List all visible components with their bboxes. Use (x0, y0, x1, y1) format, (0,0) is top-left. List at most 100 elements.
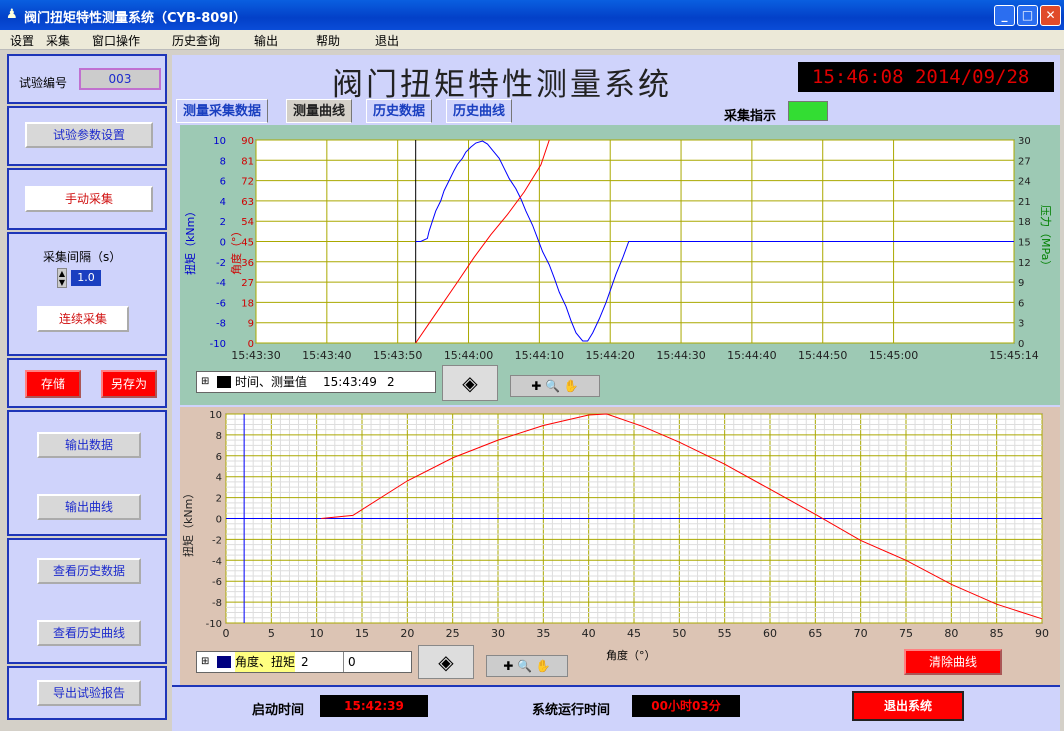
test-no-field[interactable]: 003 (79, 68, 161, 90)
left-panel: 试验编号 003 试验参数设置 手动采集 采集间隔（s） ▲ ▼ 1.0 连续采集… (4, 52, 170, 722)
minimize-button[interactable]: _ (994, 5, 1015, 26)
y-tick-label-2: 6 (216, 452, 222, 463)
y-mid-tick-label: 36 (241, 258, 254, 269)
export-curve-button[interactable]: 输出曲线 (37, 494, 141, 520)
interval-section: 采集间隔（s） ▲ ▼ 1.0 连续采集 (7, 232, 167, 356)
maximize-button[interactable]: □ (1017, 5, 1038, 26)
x-tick-label: 15:43:50 (373, 349, 422, 362)
export-section: 输出数据 输出曲线 (7, 410, 167, 536)
y-mid-tick-label: 54 (241, 217, 254, 228)
menu-help[interactable]: 帮助 (316, 32, 340, 49)
legend-time: ⊞ 时间、测量值 15:43:49 2 (196, 371, 436, 393)
view-history-data-button[interactable]: 查看历史数据 (37, 558, 141, 584)
x-tick-label: 15:44:50 (798, 349, 847, 362)
menu-history[interactable]: 历史查询 (172, 32, 220, 49)
y-right-tick-label: 18 (1018, 217, 1031, 228)
x-tick-label: 15:44:40 (727, 349, 776, 362)
x-tick-label: 15:43:40 (302, 349, 351, 362)
legend-measure-value: 2 (387, 375, 395, 389)
y-mid-tick-label: 72 (241, 177, 254, 188)
menu-window[interactable]: 窗口操作 (92, 32, 140, 49)
legend-angle-value: 2 (301, 655, 309, 669)
y-mid-tick-label: 27 (241, 278, 254, 289)
pan-cursor-icon-2[interactable]: ◈ (418, 645, 474, 679)
start-time-value: 15:42:39 (320, 695, 428, 717)
x-tick-label-2: 65 (808, 627, 822, 640)
y-mid-axis-title: 角度（°） (229, 226, 243, 276)
continuous-acquire-button[interactable]: 连续采集 (37, 306, 129, 332)
x-tick-label: 15:44:20 (586, 349, 635, 362)
y-left-tick-label: -2 (216, 258, 226, 269)
legend-angle: ⊞ 角度、扭矩 2 0 (196, 651, 412, 673)
x-tick-label: 15:44:00 (444, 349, 493, 362)
tab-measure-curve[interactable]: 测量曲线 (286, 99, 353, 123)
pan-cursor-icon[interactable]: ◈ (442, 365, 498, 401)
y-tick-label-2: -8 (212, 598, 222, 609)
x-tick-label-2: 0 (223, 627, 230, 640)
y-tick-label-2: 4 (216, 473, 222, 484)
interval-spinner[interactable]: ▲ ▼ (57, 268, 67, 288)
start-time-label: 启动时间 (252, 703, 305, 718)
y-tick-label-2: -2 (212, 535, 222, 546)
menu-acquire[interactable]: 采集 (46, 32, 70, 49)
angle-chart-panel: 0 5 10 15 20 25 30 35 40 45 50 55 60 65 70 75 80 85 90 10 8 6… (180, 407, 1060, 685)
menu-settings[interactable]: 设置 (10, 32, 34, 49)
graph-tools-palette[interactable]: ✚ 🔍 ✋ (510, 375, 600, 397)
save-as-button[interactable]: 另存为 (101, 370, 157, 398)
exit-system-button[interactable]: 退出系统 (852, 691, 964, 721)
window-title: 阀门扭矩特性测量系统（CYB-809I） (24, 11, 247, 26)
menu-output[interactable]: 输出 (254, 32, 278, 49)
main-area: 阀门扭矩特性测量系统 15:46:08 2014/09/28 测量采集数据 测量… (172, 55, 1060, 731)
test-no-section: 试验编号 003 (7, 54, 167, 104)
tab-history-data[interactable]: 历史数据 (366, 99, 433, 123)
x-tick-label-2: 10 (310, 627, 324, 640)
close-button[interactable]: ✕ (1040, 5, 1061, 26)
x-axis-label: 角度（°） (606, 649, 656, 662)
x-tick-label-2: 60 (763, 627, 777, 640)
manual-acquire-button[interactable]: 手动采集 (25, 186, 153, 212)
x-tick-label-2: 35 (536, 627, 550, 640)
manual-section: 手动采集 (7, 168, 167, 230)
x-tick-label-2: 20 (400, 627, 414, 640)
menu-bar: 设置 采集 窗口操作 历史查询 输出 帮助 退出 (0, 30, 1064, 50)
legend-time-value: 15:43:49 (323, 375, 377, 389)
legend-color-swatch (217, 376, 231, 388)
x-tick-label-2: 75 (899, 627, 913, 640)
graph-tools-palette-2[interactable]: ✚ 🔍 ✋ (486, 655, 568, 677)
export-report-button[interactable]: 导出试验报告 (37, 680, 141, 706)
indicator-label: 采集指示 (724, 109, 777, 124)
x-tick-label: 15:44:30 (656, 349, 705, 362)
test-param-button[interactable]: 试验参数设置 (25, 122, 153, 148)
legend2-expand-icon[interactable]: ⊞ (201, 652, 209, 672)
report-section: 导出试验报告 (7, 666, 167, 720)
y-left-tick-label: 2 (220, 217, 226, 228)
param-section: 试验参数设置 (7, 106, 167, 166)
y-right-tick-label: 21 (1018, 197, 1031, 208)
tab-measure-data[interactable]: 测量采集数据 (176, 99, 269, 123)
y-tick-label-2: 2 (216, 494, 222, 505)
x-tick-label-2: 90 (1035, 627, 1049, 640)
clock-display: 15:46:08 2014/09/28 (798, 62, 1054, 92)
clear-curve-button[interactable]: 清除曲线 (904, 649, 1002, 675)
menu-exit[interactable]: 退出 (375, 32, 399, 49)
y-mid-tick-label: 0 (248, 339, 254, 350)
export-data-button[interactable]: 输出数据 (37, 432, 141, 458)
interval-input[interactable]: 1.0 (71, 270, 101, 286)
y-left-tick-label: -6 (216, 298, 226, 309)
save-section: 存储 另存为 (7, 358, 167, 408)
view-history-curve-button[interactable]: 查看历史曲线 (37, 620, 141, 646)
y-left-tick-label: -10 (210, 339, 226, 350)
x-tick-label-2: 15 (355, 627, 369, 640)
time-chart: 15:43:30 15:43:40 15:43:50 15:44:00 15:44:10… (183, 136, 1052, 362)
y-tick-label-2: 0 (216, 515, 222, 526)
tab-history-curve[interactable]: 历史曲线 (446, 99, 513, 123)
y-right-tick-label: 6 (1018, 298, 1024, 309)
y-right-axis-title: 压力（MPa） (1039, 205, 1052, 271)
legend-expand-icon[interactable]: ⊞ (201, 372, 209, 392)
save-button[interactable]: 存储 (25, 370, 81, 398)
window-titlebar: ♟ 阀门扭矩特性测量系统（CYB-809I） _ □ ✕ (0, 0, 1064, 30)
angle-torque-chart: 0 5 10 15 20 25 30 35 40 45 50 55 60 65 70 75 80 85 901086… (181, 410, 1049, 640)
x-tick-label-2: 25 (446, 627, 460, 640)
y-tick-label-2: 10 (209, 410, 222, 421)
x-tick-label: 15:45:14 (989, 349, 1038, 362)
